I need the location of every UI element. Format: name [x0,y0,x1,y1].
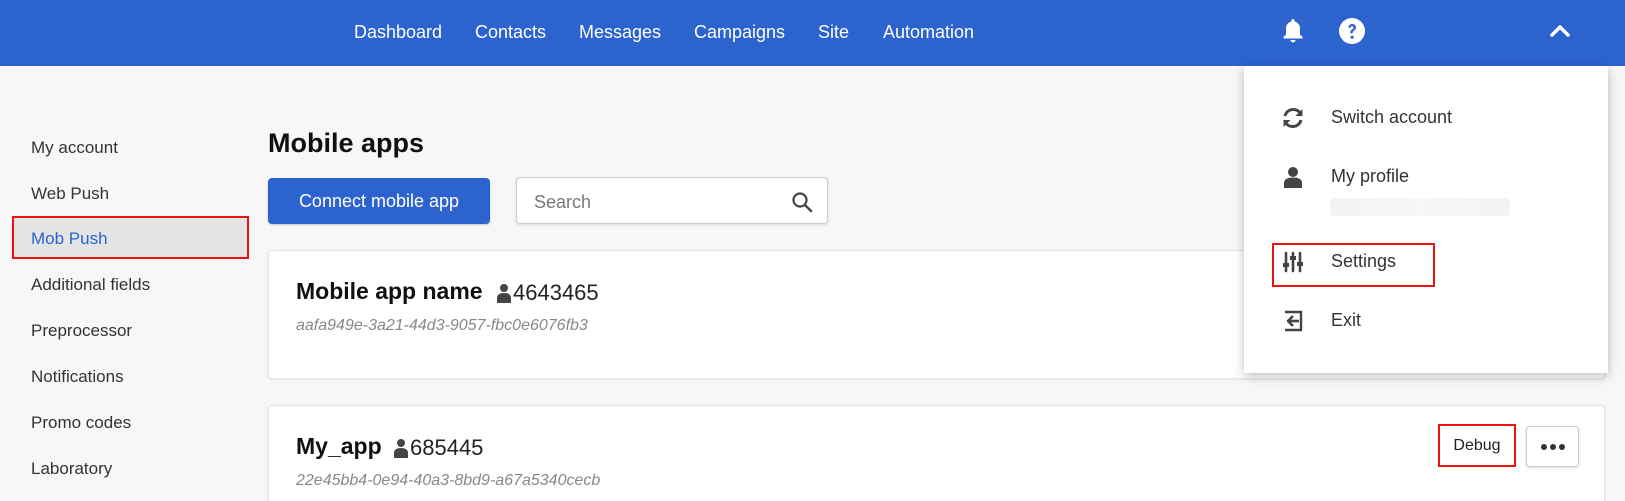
app-count-value: 4643465 [513,280,599,305]
search-field [516,177,828,224]
account-dropdown-menu: Switch account My profile Settings Exit [1244,66,1608,373]
sidebar-item-laboratory[interactable]: Laboratory [31,458,112,480]
app-subscriber-count: 4643465 [497,280,599,306]
sidebar-item-additional-fields[interactable]: Additional fields [31,274,150,296]
nav-campaigns[interactable]: Campaigns [694,20,785,44]
nav-dashboard[interactable]: Dashboard [354,20,442,44]
user-icon [1281,165,1305,189]
app-subscriber-count: 685445 [394,435,483,461]
menu-item-label: Exit [1331,310,1362,330]
nav-automation[interactable]: Automation [883,20,974,44]
more-options-button[interactable] [1526,426,1579,467]
help-icon[interactable] [1335,14,1369,48]
nav-site[interactable]: Site [818,20,849,44]
search-icon[interactable] [791,191,813,213]
user-icon [497,284,511,303]
connect-mobile-app-button[interactable]: Connect mobile app [268,178,490,224]
sidebar-item-promo-codes[interactable]: Promo codes [31,412,131,434]
top-navbar: Dashboard Contacts Messages Campaigns Si… [0,0,1625,66]
chevron-up-icon[interactable] [1543,14,1577,48]
app-name: Mobile app name [296,278,483,304]
exit-icon [1281,309,1305,333]
bell-icon[interactable] [1276,14,1310,48]
profile-email-redacted [1330,198,1510,216]
menu-item-switch-account[interactable]: Switch account [1244,98,1608,138]
nav-contacts[interactable]: Contacts [475,20,546,44]
app-count-value: 685445 [410,435,484,460]
nav-messages[interactable]: Messages [579,20,661,44]
sync-icon [1281,106,1305,130]
more-dots-icon [1540,443,1565,450]
menu-item-label: Switch account [1331,107,1453,127]
sidebar-item-my-account[interactable]: My account [31,137,118,159]
app-card[interactable]: My_app 685445 22e45bb4-0e94-40a3-8bd9-a6… [268,405,1605,501]
settings-highlight [1272,243,1435,287]
page-title: Mobile apps [268,128,425,158]
menu-item-my-profile[interactable]: My profile [1244,157,1608,197]
user-icon [394,439,408,458]
app-name: My_app [296,433,382,459]
menu-item-exit[interactable]: Exit [1244,301,1608,341]
app-id: aafa949e-3a21-44d3-9057-fbc0e6076fb3 [296,317,588,334]
app-id: 22e45bb4-0e94-40a3-8bd9-a67a5340cecb [296,472,601,489]
sidebar-item-notifications[interactable]: Notifications [31,366,124,388]
sidebar-item-web-push[interactable]: Web Push [31,183,109,205]
menu-item-label: My profile [1331,166,1410,186]
sidebar-item-preprocessor[interactable]: Preprocessor [31,320,132,342]
search-input[interactable] [534,190,774,214]
sidebar-item-mob-push[interactable]: Mob Push [31,228,108,250]
debug-button[interactable]: Debug [1438,424,1516,467]
